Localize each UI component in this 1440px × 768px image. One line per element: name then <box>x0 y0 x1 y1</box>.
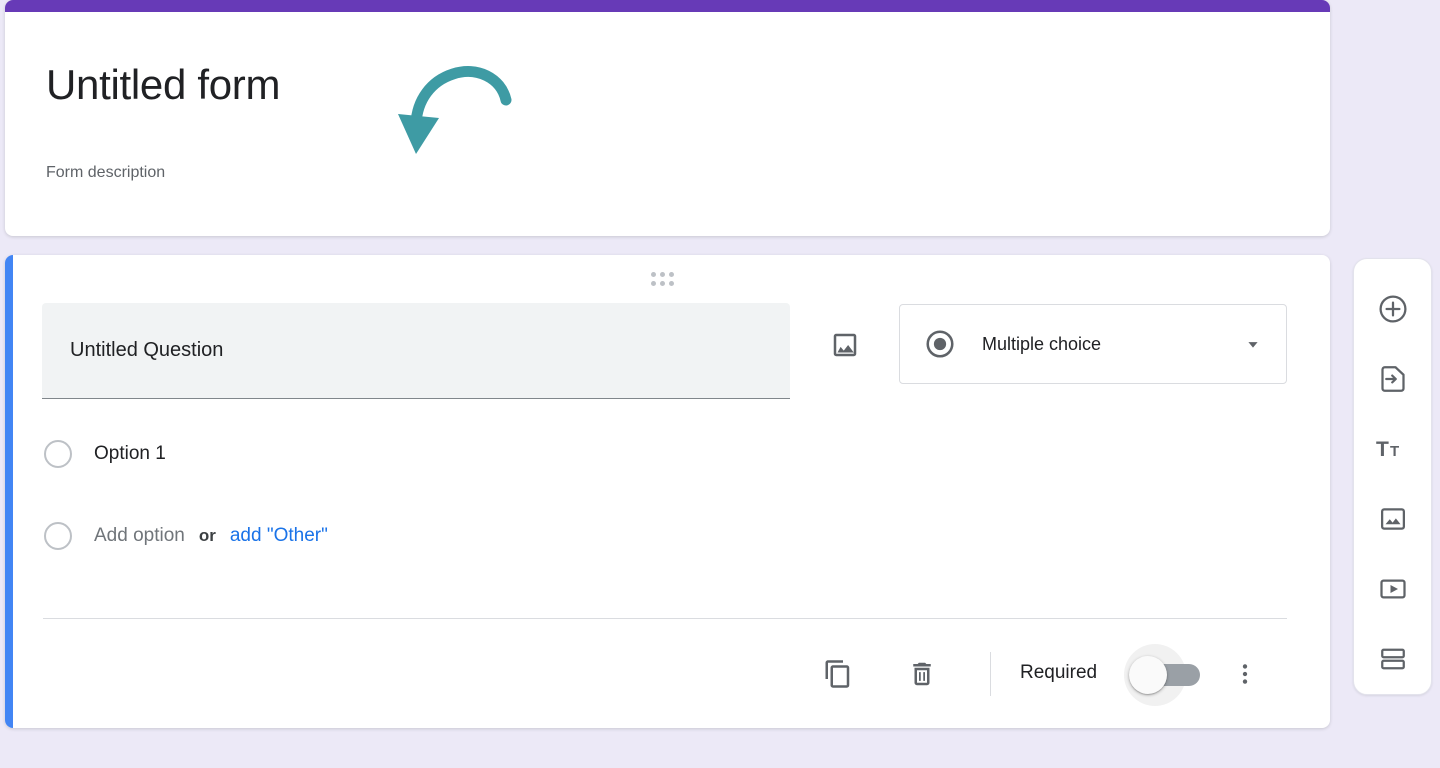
option-label[interactable]: Option 1 <box>94 443 166 465</box>
trash-icon[interactable] <box>898 650 946 698</box>
chevron-down-icon[interactable] <box>1242 333 1264 355</box>
footer-separator <box>990 652 991 696</box>
form-editor-page: Untitled form Form description Untitled … <box>0 0 1440 768</box>
add-circle-icon[interactable] <box>1370 286 1416 332</box>
required-label: Required <box>1020 662 1098 683</box>
question-selected-accent <box>5 255 13 728</box>
title-text-icon[interactable]: T T <box>1370 426 1416 472</box>
radio-unchecked-icon <box>44 522 72 550</box>
svg-text:T: T <box>1390 443 1399 460</box>
question-footer-divider <box>43 618 1287 619</box>
add-other-link[interactable]: add "Other" <box>230 525 328 547</box>
section-icon[interactable] <box>1370 636 1416 682</box>
more-vertical-icon[interactable] <box>1221 650 1269 698</box>
form-description[interactable]: Form description <box>46 160 165 186</box>
radio-unchecked-icon <box>44 440 72 468</box>
side-toolbar: T T <box>1353 258 1432 695</box>
required-toggle[interactable] <box>1124 644 1200 706</box>
svg-text:T: T <box>1376 438 1389 461</box>
video-icon[interactable] <box>1370 566 1416 612</box>
duplicate-icon[interactable] <box>814 650 862 698</box>
option-row[interactable]: Option 1 <box>44 437 166 471</box>
form-title[interactable]: Untitled form <box>46 56 280 114</box>
curved-arrow-down-left-icon <box>397 62 517 166</box>
radio-button-icon <box>924 328 956 360</box>
question-type-label: Multiple choice <box>982 333 1102 354</box>
toggle-knob[interactable] <box>1129 656 1167 694</box>
import-questions-icon[interactable] <box>1370 356 1416 402</box>
question-type-select[interactable]: Multiple choice <box>899 304 1287 384</box>
question-title-input[interactable]: Untitled Question <box>42 303 790 399</box>
form-theme-bar <box>5 0 1330 12</box>
drag-handle-dots-icon[interactable] <box>651 272 674 286</box>
add-option-row[interactable]: Add option or add "Other" <box>44 519 328 553</box>
or-label: or <box>198 526 216 545</box>
image-icon[interactable] <box>1370 496 1416 542</box>
image-icon[interactable] <box>823 323 867 367</box>
question-title-value: Untitled Question <box>70 339 224 361</box>
form-header-card[interactable]: Untitled form Form description <box>5 0 1330 236</box>
add-option-label[interactable]: Add option <box>94 525 185 547</box>
